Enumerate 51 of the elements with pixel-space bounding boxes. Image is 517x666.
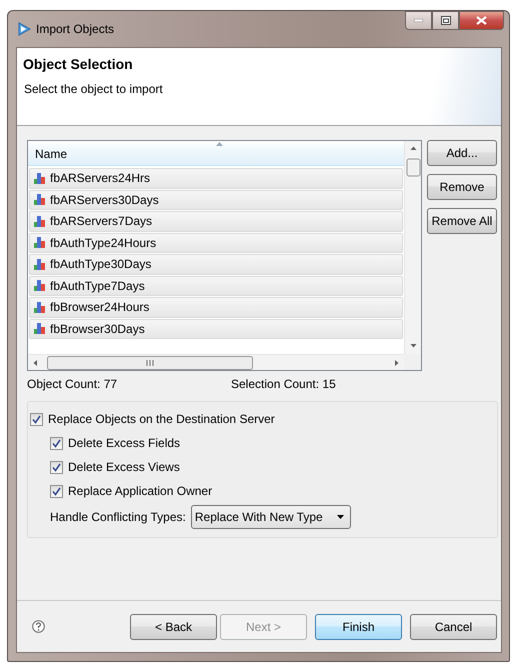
selection-count: Selection Count: 15 <box>231 377 336 393</box>
bar-chart-icon <box>34 280 46 292</box>
vertical-scrollbar[interactable] <box>404 141 421 354</box>
bar-chart-icon <box>34 258 46 270</box>
maximize-button[interactable] <box>432 11 459 30</box>
horizontal-scrollbar[interactable] <box>28 354 404 370</box>
remove-all-button[interactable]: Remove All <box>427 208 497 234</box>
conflict-label: Handle Conflicting Types: <box>50 510 186 524</box>
sort-caret-icon <box>216 142 223 146</box>
list-row[interactable]: fbAuthType7Days <box>29 276 403 296</box>
minimize-icon <box>414 19 423 22</box>
bar-chart-icon <box>34 216 46 227</box>
list-row[interactable]: fbARServers7Days <box>29 211 403 232</box>
dropdown-caret-icon <box>336 515 344 519</box>
close-button[interactable] <box>459 11 504 30</box>
bar-chart-icon <box>34 302 46 313</box>
checkbox-label: Replace Application Owner <box>68 484 212 498</box>
checkbox[interactable] <box>50 484 63 498</box>
list-row[interactable]: fbAuthType30Days <box>29 254 403 274</box>
bar-chart-icon <box>34 323 46 334</box>
page-description: Select the object to import <box>23 82 164 96</box>
finish-button[interactable]: Finish <box>315 614 402 640</box>
list-row[interactable]: fbARServers24Hrs <box>29 168 403 188</box>
close-icon <box>476 16 487 25</box>
remove-button[interactable]: Remove <box>427 174 497 200</box>
list-row[interactable]: fbBrowser30Days <box>29 318 403 339</box>
checkbox-label: Delete Excess Fields <box>68 436 180 450</box>
checkbox[interactable] <box>30 412 43 426</box>
help-icon[interactable] <box>32 620 45 633</box>
bar-chart-icon <box>34 172 46 184</box>
column-header[interactable]: Name <box>28 141 404 166</box>
list-row[interactable]: fbARServers30Days <box>29 190 403 210</box>
object-count: Object Count: 77 <box>27 377 118 393</box>
maximize-icon <box>440 16 450 25</box>
page-title: Object Selection <box>23 56 134 72</box>
checkbox[interactable] <box>50 460 63 474</box>
add-button[interactable]: Add... <box>427 140 497 166</box>
list-row[interactable]: fbBrowser24Hours <box>29 297 403 318</box>
cancel-button[interactable]: Cancel <box>410 614 497 640</box>
minimize-button[interactable] <box>405 11 432 30</box>
bar-chart-icon <box>34 194 46 206</box>
bar-chart-icon <box>34 237 46 248</box>
window-title: Import Objects <box>36 22 114 36</box>
checkbox-label: Delete Excess Views <box>68 460 180 474</box>
object-list[interactable]: Name fbARServers24Hrs fbARServers30Days fbARServers7Days fbAuthType24Hours fbAuthType30Days fbAuthType7Days fbBrowser24Hours fbBrowser30Days <box>27 140 422 371</box>
app-icon <box>17 22 31 36</box>
list-row[interactable]: fbAuthType24Hours <box>29 232 403 253</box>
checkbox-label: Replace Objects on the Destination Server <box>48 412 275 426</box>
back-button[interactable]: < Back <box>130 614 217 640</box>
checkbox[interactable] <box>50 436 63 450</box>
conflict-dropdown[interactable]: Replace With New Type <box>190 505 351 529</box>
